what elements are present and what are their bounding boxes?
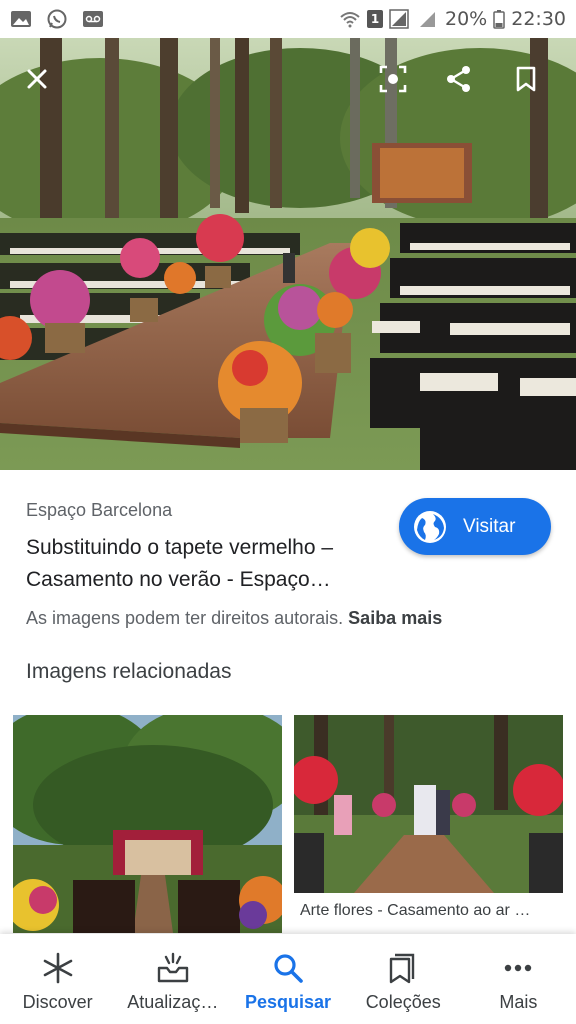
close-button[interactable] <box>16 58 58 100</box>
learn-more-link[interactable]: Saiba mais <box>348 608 442 628</box>
battery-icon <box>493 10 505 29</box>
result-title-line-1: Substituindo o tapete vermelho – <box>26 536 334 559</box>
related-caption-2[interactable]: Arte flores - Casamento ao ar … <box>300 902 562 920</box>
copyright-text: As imagens podem ter direitos autorais. <box>26 608 344 628</box>
nav-search-label: Pesquisar <box>244 992 332 1012</box>
related-heading: Imagens relacionadas <box>26 660 232 683</box>
result-title-line-2: Casamento no verão - Espaço… <box>26 568 331 591</box>
nav-updates[interactable]: Atualizaç… <box>115 934 230 1024</box>
status-bar: 1 20% 22:30 <box>0 0 576 38</box>
more-icon <box>505 964 532 972</box>
visit-label: Visitar <box>463 515 516 537</box>
nav-updates-label: Atualizaç… <box>127 992 219 1012</box>
clock: 22:30 <box>511 8 566 30</box>
signal-icon <box>389 9 409 29</box>
asterisk-icon <box>43 952 72 984</box>
result-title[interactable]: Substituindo o tapete vermelho – Casamen… <box>26 532 386 596</box>
signal-icon-2 <box>420 12 435 27</box>
whatsapp-icon <box>47 9 67 29</box>
nav-search[interactable]: Pesquisar <box>230 934 345 1024</box>
lens-button[interactable] <box>372 58 414 100</box>
visit-button[interactable]: Visitar <box>399 498 551 555</box>
bottom-navigation: Discover Atualizaç… Pesquisar Coleções M… <box>0 934 576 1024</box>
nav-collections[interactable]: Coleções <box>346 934 461 1024</box>
updates-icon <box>157 952 188 983</box>
copyright-notice: As imagens podem ter direitos autorais. … <box>26 608 442 629</box>
sim-indicator: 1 <box>367 10 383 28</box>
nav-more[interactable]: Mais <box>461 934 576 1024</box>
nav-discover[interactable]: Discover <box>0 934 115 1024</box>
voicemail-icon <box>83 11 103 27</box>
result-source[interactable]: Espaço Barcelona <box>26 500 172 521</box>
related-photo-1 <box>13 715 282 933</box>
collections-icon <box>390 953 415 984</box>
nav-more-label: Mais <box>499 992 538 1012</box>
share-icon <box>447 66 470 92</box>
search-icon <box>274 954 303 983</box>
nav-discover-label: Discover <box>22 992 93 1012</box>
wedding-aisle-photo <box>0 38 576 470</box>
related-image-1[interactable] <box>13 715 282 933</box>
related-image-2[interactable] <box>294 715 563 893</box>
hero-image[interactable] <box>0 38 576 470</box>
lens-icon <box>379 65 407 93</box>
globe-icon <box>414 510 446 543</box>
related-photo-2 <box>294 715 563 893</box>
share-button[interactable] <box>438 58 480 100</box>
gallery-icon <box>11 11 31 27</box>
wifi-icon <box>340 12 360 28</box>
bookmark-button[interactable] <box>505 58 547 100</box>
battery-percentage: 20% <box>445 8 488 30</box>
close-icon <box>27 69 47 89</box>
nav-collections-label: Coleções <box>365 992 441 1012</box>
bookmark-icon <box>516 66 536 92</box>
